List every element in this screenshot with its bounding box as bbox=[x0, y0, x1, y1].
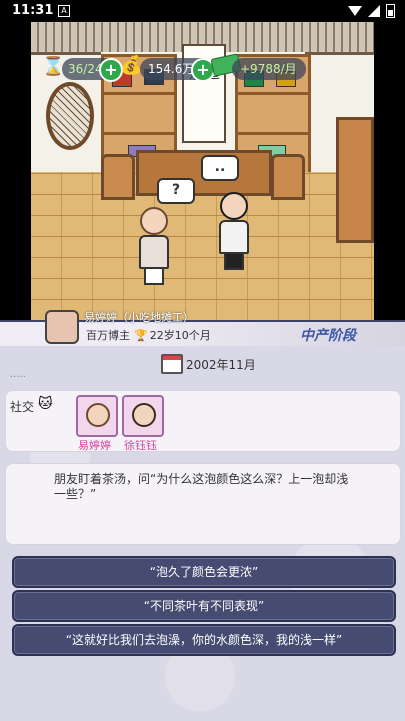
energy-value: 36/24 bbox=[68, 62, 103, 76]
trophy-icon: 🏆 bbox=[134, 329, 148, 342]
friend-name-2: 徐钰钰 bbox=[124, 439, 157, 452]
avatar[interactable] bbox=[45, 310, 79, 344]
profile-age: 🏆 22岁10个月 bbox=[134, 327, 211, 343]
clock: 11:31 bbox=[12, 3, 54, 18]
income-value: +9788/月 bbox=[240, 62, 297, 76]
calendar-icon bbox=[161, 354, 183, 374]
money-value: 154.6万 bbox=[148, 62, 195, 76]
speech-bubble-question: ? bbox=[157, 178, 195, 204]
status-bar: 11:31 A bbox=[0, 0, 405, 22]
friend-card-2[interactable] bbox=[122, 395, 164, 437]
friend-card-1[interactable] bbox=[76, 395, 118, 437]
profile-job: 百万博主 bbox=[86, 329, 130, 342]
speech-bubble-dots: .. bbox=[201, 155, 239, 181]
hourglass-icon: ⌛ bbox=[42, 56, 65, 77]
notification-icon: A bbox=[58, 5, 70, 17]
round-window bbox=[46, 82, 94, 150]
profile-age-text: 22岁10个月 bbox=[149, 329, 211, 342]
status-icons bbox=[348, 4, 395, 18]
chair-right bbox=[271, 154, 305, 200]
wifi-icon bbox=[348, 6, 362, 16]
profile-name: 易婷婷（小吃地摊工） bbox=[84, 311, 194, 324]
social-label: 社交 bbox=[10, 400, 35, 414]
money-bag-icon: 💰 bbox=[120, 55, 143, 76]
battery-icon bbox=[386, 4, 395, 18]
chair-left bbox=[101, 154, 135, 200]
signal-icon bbox=[368, 5, 380, 17]
side-door[interactable] bbox=[336, 117, 374, 243]
current-date: 2002年11月 bbox=[186, 358, 256, 372]
choice-button-1[interactable]: “泡久了颜色会更浓” bbox=[12, 556, 396, 588]
game-scene[interactable]: 茶道 .. ? ⌛ 36/24 + 💰 154.6万 + +9788/月 bbox=[0, 22, 405, 320]
friend-name-1: 易婷婷 bbox=[78, 439, 111, 452]
income-display: +9788/月 bbox=[232, 58, 306, 80]
loading-dots: ····· bbox=[10, 372, 26, 383]
dialog-text: 朋友盯着茶汤，问“为什么这泡颜色这么深？上一泡却浅一些？” bbox=[54, 472, 349, 501]
choice-button-2[interactable]: “不同茶叶有不同表现” bbox=[12, 590, 396, 622]
social-panel bbox=[5, 390, 401, 452]
dialog-box: 朋友盯着茶汤，问“为什么这泡颜色这么深？上一泡却浅一些？” bbox=[5, 463, 401, 545]
choice-button-3[interactable]: “这就好比我们去泡澡，你的水颜色深，我的浅一样” bbox=[12, 624, 396, 656]
life-stage: 中产阶段 bbox=[300, 328, 356, 344]
player-character[interactable] bbox=[139, 207, 169, 285]
social-icon: 🐱 bbox=[38, 396, 53, 412]
friend-character[interactable] bbox=[219, 192, 249, 270]
